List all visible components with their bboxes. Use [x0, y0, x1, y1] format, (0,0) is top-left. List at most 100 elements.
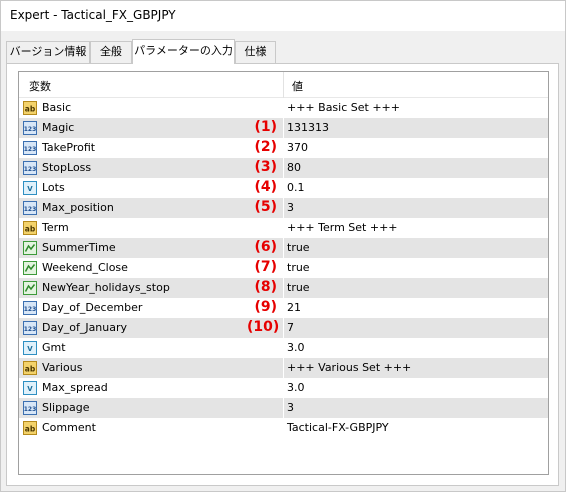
parameter-row[interactable]: ab Comment Tactical-FX-GBPJPY — [19, 418, 548, 438]
grid-header: 変数 値 — [19, 72, 548, 98]
parameter-value[interactable]: true — [287, 261, 310, 274]
cell-divider — [283, 198, 284, 218]
svg-text:ab: ab — [25, 225, 36, 234]
tab-input-parameters[interactable]: パラメーターの入力 — [132, 39, 235, 64]
parameter-row[interactable]: 123 Day_of_December (9) 21 — [19, 298, 548, 318]
cell-divider — [283, 98, 284, 118]
parameter-value[interactable]: 21 — [287, 301, 301, 314]
cell-divider — [283, 318, 284, 338]
parameter-value[interactable]: true — [287, 281, 310, 294]
parameter-value[interactable]: 3.0 — [287, 341, 305, 354]
parameter-row[interactable]: 123 Day_of_January (10) 7 — [19, 318, 548, 338]
integer-icon: 123 — [23, 141, 37, 155]
parameter-value[interactable]: 7 — [287, 321, 294, 334]
parameter-row[interactable]: ab Various +++ Various Set +++ — [19, 358, 548, 378]
svg-text:V: V — [27, 385, 33, 393]
parameter-value[interactable]: 131313 — [287, 121, 329, 134]
bool-icon — [23, 281, 37, 295]
integer-icon: 123 — [23, 301, 37, 315]
parameter-name: Weekend_Close — [42, 261, 128, 274]
parameter-name: Magic — [42, 121, 75, 134]
parameter-value[interactable]: true — [287, 241, 310, 254]
annotation-number: (4) — [254, 179, 277, 195]
svg-text:123: 123 — [24, 146, 37, 153]
cell-divider — [283, 338, 284, 358]
title-bar: Expert - Tactical_FX_GBPJPY — [1, 1, 565, 31]
annotation-number: (9) — [254, 299, 277, 315]
parameter-row[interactable]: ab Basic +++ Basic Set +++ — [19, 98, 548, 118]
parameter-name: Basic — [42, 101, 72, 114]
cell-divider — [283, 218, 284, 238]
annotation-number: (3) — [254, 159, 277, 175]
svg-text:123: 123 — [24, 306, 37, 313]
parameter-name: Day_of_January — [42, 321, 128, 334]
parameter-name: Various — [42, 361, 83, 374]
parameter-row[interactable]: 123 Magic (1) 131313 — [19, 118, 548, 138]
parameter-row[interactable]: ab Term +++ Term Set +++ — [19, 218, 548, 238]
annotation-number: (8) — [254, 279, 277, 295]
annotation-number: (2) — [254, 139, 277, 155]
string-icon: ab — [23, 361, 37, 375]
tab-panel: 変数 値 ab Basic +++ Basic Set +++ 123 Magic (1)… — [6, 63, 559, 486]
parameter-name: Max_spread — [42, 381, 108, 394]
parameter-value[interactable]: 3 — [287, 401, 294, 414]
parameter-row[interactable]: SummerTime (6) true — [19, 238, 548, 258]
parameter-name: SummerTime — [42, 241, 116, 254]
parameter-value[interactable]: 370 — [287, 141, 308, 154]
cell-divider — [283, 418, 284, 438]
parameter-value[interactable]: 0.1 — [287, 181, 305, 194]
tab-general[interactable]: 全般 — [90, 41, 132, 63]
cell-divider — [283, 278, 284, 298]
cell-divider — [283, 398, 284, 418]
column-divider[interactable] — [283, 72, 284, 98]
parameter-row[interactable]: NewYear_holidays_stop (8) true — [19, 278, 548, 298]
string-icon: ab — [23, 221, 37, 235]
tab-version-info[interactable]: バージョン情報 — [6, 41, 90, 63]
svg-text:123: 123 — [24, 326, 37, 333]
svg-text:ab: ab — [25, 425, 36, 434]
double-icon: V — [23, 381, 37, 395]
integer-icon: 123 — [23, 201, 37, 215]
parameter-name: Day_of_December — [42, 301, 143, 314]
parameters-grid[interactable]: 変数 値 ab Basic +++ Basic Set +++ 123 Magic (1)… — [18, 71, 549, 475]
tab-specification[interactable]: 仕様 — [235, 41, 276, 63]
string-icon: ab — [23, 101, 37, 115]
parameter-value[interactable]: +++ Various Set +++ — [287, 361, 411, 374]
cell-divider — [283, 238, 284, 258]
cell-divider — [283, 258, 284, 278]
parameter-value[interactable]: 3.0 — [287, 381, 305, 394]
svg-text:ab: ab — [25, 365, 36, 374]
parameter-name: Term — [42, 221, 69, 234]
parameter-row[interactable]: 123 Slippage 3 — [19, 398, 548, 418]
column-header-variable[interactable]: 変数 — [29, 78, 51, 94]
parameter-row[interactable]: V Lots (4) 0.1 — [19, 178, 548, 198]
annotation-number: (5) — [254, 199, 277, 215]
double-icon: V — [23, 341, 37, 355]
svg-text:V: V — [27, 185, 33, 193]
parameter-row[interactable]: Weekend_Close (7) true — [19, 258, 548, 278]
column-header-value[interactable]: 値 — [292, 78, 303, 94]
parameter-row[interactable]: 123 Max_position (5) 3 — [19, 198, 548, 218]
integer-icon: 123 — [23, 121, 37, 135]
cell-divider — [283, 378, 284, 398]
bool-icon — [23, 241, 37, 255]
parameter-row[interactable]: V Gmt 3.0 — [19, 338, 548, 358]
integer-icon: 123 — [23, 321, 37, 335]
svg-text:123: 123 — [24, 206, 37, 213]
parameter-row[interactable]: V Max_spread 3.0 — [19, 378, 548, 398]
column-divider[interactable] — [548, 72, 549, 98]
annotation-number: (10) — [247, 319, 280, 335]
parameter-name: Gmt — [42, 341, 66, 354]
parameter-value[interactable]: Tactical-FX-GBPJPY — [287, 421, 389, 434]
window-title: Expert - Tactical_FX_GBPJPY — [10, 8, 176, 22]
parameter-name: NewYear_holidays_stop — [42, 281, 170, 294]
parameter-value[interactable]: +++ Basic Set +++ — [287, 101, 400, 114]
parameter-row[interactable]: 123 TakeProfit (2) 370 — [19, 138, 548, 158]
parameter-value[interactable]: 3 — [287, 201, 294, 214]
parameter-row[interactable]: 123 StopLoss (3) 80 — [19, 158, 548, 178]
annotation-number: (7) — [254, 259, 277, 275]
parameter-value[interactable]: +++ Term Set +++ — [287, 221, 398, 234]
parameter-value[interactable]: 80 — [287, 161, 301, 174]
svg-text:123: 123 — [24, 126, 37, 133]
parameter-name: Slippage — [42, 401, 90, 414]
